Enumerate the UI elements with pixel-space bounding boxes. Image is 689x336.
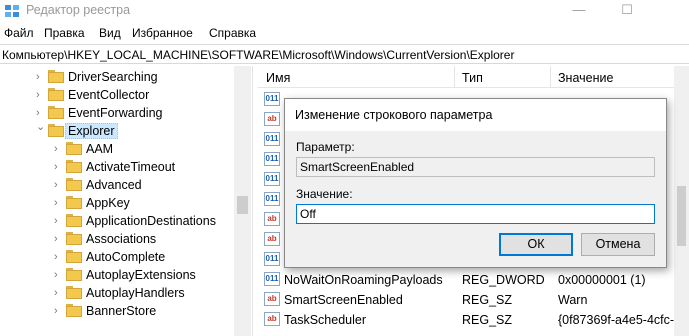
tree-item-label: ApplicationDestinations bbox=[86, 214, 216, 228]
chevron-right-icon[interactable]: › bbox=[54, 232, 64, 246]
tree-item-label: Advanced bbox=[86, 178, 142, 192]
string-value-icon: ab bbox=[264, 112, 280, 126]
minimize-button[interactable]: — bbox=[561, 0, 597, 22]
string-value-icon: ab bbox=[264, 312, 280, 326]
tree-item-label: Explorer bbox=[65, 123, 118, 139]
list-row[interactable]: 011 NoWaitOnRoamingPayloads REG_DWORD 0x000… bbox=[258, 270, 689, 289]
menu-favorites[interactable]: Избранное bbox=[132, 26, 193, 40]
list-row[interactable]: ab SmartScreenEnabled REG_SZ Warn bbox=[258, 290, 689, 309]
tree-item-label: AutoplayHandlers bbox=[86, 286, 185, 300]
column-header-name[interactable]: Имя bbox=[266, 71, 290, 85]
tree-item-label: AutoplayExtensions bbox=[86, 268, 196, 282]
edit-string-dialog: Изменение строкового параметра Параметр:… bbox=[284, 98, 667, 268]
tree-item-label: AAM bbox=[86, 142, 114, 156]
binary-value-icon: 011 bbox=[264, 152, 280, 166]
regedit-app-icon bbox=[5, 5, 19, 17]
chevron-right-icon[interactable]: › bbox=[54, 214, 64, 228]
chevron-right-icon[interactable]: › bbox=[54, 304, 64, 318]
cell-type: REG_SZ bbox=[462, 293, 513, 307]
tree-scrollbar-thumb[interactable] bbox=[237, 196, 248, 214]
tree-scrollbar[interactable] bbox=[234, 66, 251, 336]
list-header: Имя Тип Значение bbox=[258, 66, 689, 88]
cell-type: REG_DWORD bbox=[462, 273, 545, 287]
chevron-right-icon[interactable]: › bbox=[54, 196, 64, 210]
binary-value-icon: 011 bbox=[264, 272, 280, 286]
tree-item-label: AppKey bbox=[86, 196, 130, 210]
folder-icon bbox=[66, 196, 82, 209]
value-label: Значение: bbox=[296, 187, 353, 201]
binary-value-icon: 011 bbox=[264, 132, 280, 146]
binary-value-icon: 011 bbox=[264, 192, 280, 206]
cell-value: Warn bbox=[558, 293, 588, 307]
folder-icon bbox=[66, 232, 82, 245]
param-label: Параметр: bbox=[296, 140, 355, 154]
chevron-right-icon[interactable]: › bbox=[54, 142, 64, 156]
chevron-down-icon[interactable]: ⌄ bbox=[36, 120, 46, 134]
tree-item-label: Associations bbox=[86, 232, 157, 246]
window-title: Редактор реестра bbox=[26, 3, 131, 17]
registry-tree: › DriverSearching › EventCollector › EventFor… bbox=[0, 66, 252, 336]
address-path[interactable]: Компьютер\HKEY_LOCAL_MACHINE\SOFTWARE\Mi… bbox=[2, 48, 514, 62]
folder-icon bbox=[66, 178, 82, 191]
folder-icon bbox=[66, 250, 82, 263]
column-header-type[interactable]: Тип bbox=[462, 71, 483, 85]
list-scrollbar[interactable] bbox=[674, 66, 689, 336]
cell-type: REG_SZ bbox=[462, 313, 513, 327]
column-separator[interactable] bbox=[550, 66, 551, 88]
list-row[interactable]: ab TaskScheduler REG_SZ {0f87369f-a4e5-4cfc… bbox=[258, 310, 689, 329]
value-data-input[interactable]: Off bbox=[296, 204, 655, 224]
param-name-field: SmartScreenEnabled bbox=[296, 157, 655, 177]
menu-help[interactable]: Справка bbox=[209, 26, 256, 40]
binary-value-icon: 011 bbox=[264, 252, 280, 266]
title-bar: Редактор реестра — ☐ bbox=[0, 0, 689, 22]
cell-name: NoWaitOnRoamingPayloads bbox=[284, 273, 443, 287]
chevron-right-icon[interactable]: › bbox=[36, 88, 46, 102]
chevron-right-icon[interactable]: › bbox=[36, 106, 46, 120]
cell-name: SmartScreenEnabled bbox=[284, 293, 403, 307]
binary-value-icon: 011 bbox=[264, 92, 280, 106]
maximize-button[interactable]: ☐ bbox=[609, 0, 645, 22]
tree-item-label: AutoComplete bbox=[86, 250, 166, 264]
menu-edit[interactable]: Правка bbox=[44, 26, 85, 40]
tree-item-label: DriverSearching bbox=[68, 70, 158, 84]
folder-icon bbox=[48, 88, 64, 101]
dialog-title: Изменение строкового параметра bbox=[295, 108, 493, 122]
cancel-button[interactable]: Отмена bbox=[581, 233, 655, 256]
tree-item-label: EventForwarding bbox=[68, 106, 163, 120]
folder-icon bbox=[66, 160, 82, 173]
menu-bar: Файл Правка Вид Избранное Справка bbox=[0, 22, 689, 42]
chevron-right-icon[interactable]: › bbox=[54, 160, 64, 174]
folder-icon bbox=[48, 70, 64, 83]
folder-icon bbox=[66, 268, 82, 281]
chevron-right-icon[interactable]: › bbox=[54, 250, 64, 264]
folder-icon bbox=[48, 106, 64, 119]
address-bar[interactable]: Компьютер\HKEY_LOCAL_MACHINE\SOFTWARE\Mi… bbox=[0, 44, 689, 64]
chevron-right-icon[interactable]: › bbox=[54, 268, 64, 282]
chevron-right-icon[interactable]: › bbox=[36, 70, 46, 84]
chevron-right-icon[interactable]: › bbox=[54, 178, 64, 192]
folder-icon bbox=[66, 304, 82, 317]
folder-icon bbox=[48, 124, 64, 137]
string-value-icon: ab bbox=[264, 232, 280, 246]
cell-value: 0x00000001 (1) bbox=[558, 273, 646, 287]
column-header-value[interactable]: Значение bbox=[558, 71, 613, 85]
column-separator[interactable] bbox=[454, 66, 455, 88]
string-value-icon: ab bbox=[264, 212, 280, 226]
folder-icon bbox=[66, 286, 82, 299]
tree-item-label: EventCollector bbox=[68, 88, 150, 102]
menu-view[interactable]: Вид bbox=[99, 26, 121, 40]
tree-item-label: ActivateTimeout bbox=[86, 160, 176, 174]
menu-file[interactable]: Файл bbox=[4, 26, 34, 40]
string-value-icon: ab bbox=[264, 292, 280, 306]
binary-value-icon: 011 bbox=[264, 172, 280, 186]
ok-button[interactable]: ОК bbox=[499, 233, 573, 256]
cell-name: TaskScheduler bbox=[284, 313, 366, 327]
folder-icon bbox=[66, 214, 82, 227]
cell-value: {0f87369f-a4e5-4cfc-b bbox=[558, 313, 682, 327]
list-scrollbar-thumb[interactable] bbox=[677, 186, 686, 246]
folder-icon bbox=[66, 142, 82, 155]
tree-item-label: BannerStore bbox=[86, 304, 157, 318]
dialog-title-bar: Изменение строкового параметра bbox=[285, 99, 666, 131]
chevron-right-icon[interactable]: › bbox=[54, 286, 64, 300]
